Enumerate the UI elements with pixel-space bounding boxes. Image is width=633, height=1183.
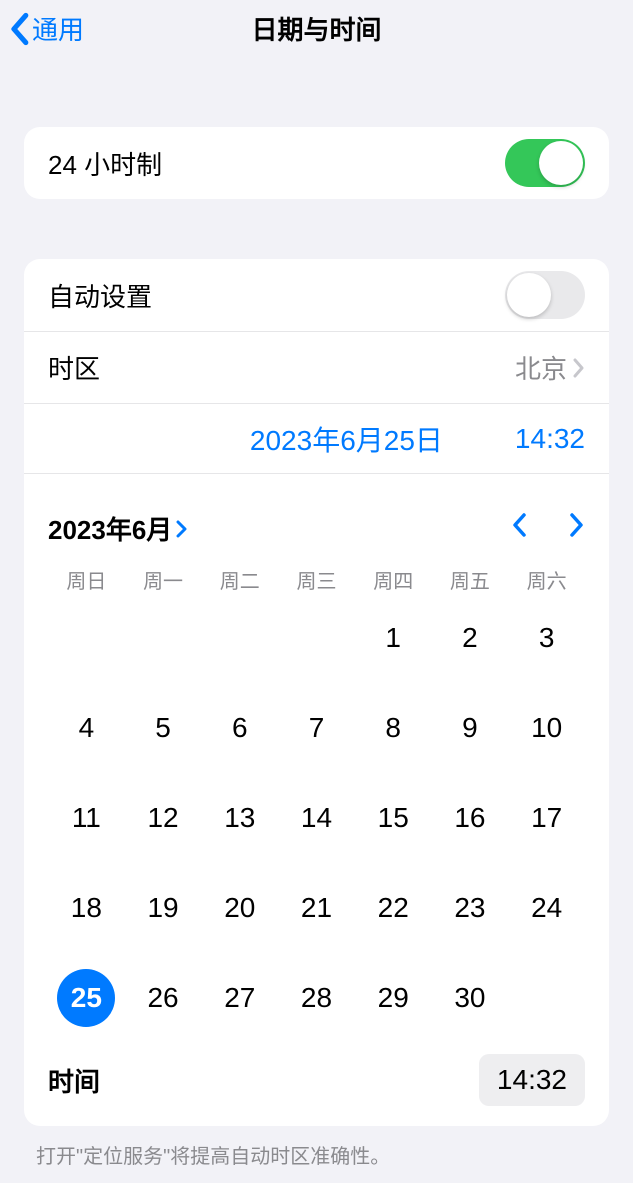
calendar-day[interactable]: 12 (125, 788, 202, 848)
calendar-day[interactable]: 8 (355, 698, 432, 758)
calendar-day[interactable]: 28 (278, 968, 355, 1028)
timezone-row[interactable]: 时区 北京 (24, 331, 609, 403)
chevron-right-icon (573, 358, 585, 378)
month-picker[interactable]: 2023年6月 (48, 510, 188, 547)
calendar: 2023年6月 周日周一周二周三周四周五周六 12345678 (24, 473, 609, 1126)
weekday-header: 周日周一周二周三周四周五周六 (48, 565, 585, 594)
calendar-day[interactable]: 26 (125, 968, 202, 1028)
weekday-label: 周六 (508, 565, 585, 594)
calendar-day[interactable]: 2 (432, 608, 509, 668)
calendar-day[interactable]: 23 (432, 878, 509, 938)
auto-set-toggle[interactable] (505, 271, 585, 319)
calendar-day[interactable]: 13 (201, 788, 278, 848)
calendar-day[interactable]: 24 (508, 878, 585, 938)
calendar-day[interactable]: 7 (278, 698, 355, 758)
chevron-left-icon (511, 512, 527, 538)
auto-set-label: 自动设置 (48, 277, 152, 314)
chevron-left-icon (8, 12, 30, 46)
calendar-day[interactable]: 9 (432, 698, 509, 758)
calendar-day[interactable]: 16 (432, 788, 509, 848)
calendar-day[interactable]: 25 (48, 968, 125, 1028)
selected-datetime-row: 2023年6月25日 14:32 (24, 403, 609, 473)
prev-month-button[interactable] (511, 512, 527, 546)
next-month-button[interactable] (569, 512, 585, 546)
calendar-day[interactable]: 21 (278, 878, 355, 938)
footnote: 打开"定位服务"将提高自动时区准确性。 (0, 1126, 633, 1169)
calendar-day[interactable]: 29 (355, 968, 432, 1028)
timezone-label: 时区 (48, 349, 100, 386)
calendar-day[interactable]: 10 (508, 698, 585, 758)
chevron-right-icon (569, 512, 585, 538)
back-label: 通用 (32, 10, 84, 47)
calendar-day[interactable]: 27 (201, 968, 278, 1028)
calendar-day[interactable]: 5 (125, 698, 202, 758)
back-button[interactable]: 通用 (8, 10, 84, 47)
calendar-blank (201, 608, 278, 668)
calendar-day[interactable]: 17 (508, 788, 585, 848)
time-picker[interactable]: 14:32 (479, 1054, 585, 1106)
selected-time[interactable]: 14:32 (515, 423, 585, 455)
weekday-label: 周日 (48, 565, 125, 594)
auto-set-row: 自动设置 (24, 259, 609, 331)
calendar-day[interactable]: 30 (432, 968, 509, 1028)
chevron-right-icon (176, 520, 188, 538)
calendar-day[interactable]: 1 (355, 608, 432, 668)
calendar-blank (278, 608, 355, 668)
calendar-day[interactable]: 6 (201, 698, 278, 758)
calendar-day[interactable]: 3 (508, 608, 585, 668)
selected-date[interactable]: 2023年6月25日 (250, 419, 443, 459)
time-label: 时间 (48, 1062, 100, 1099)
days-grid: 1234567891011121314151617181920212223242… (48, 608, 585, 1028)
month-label: 2023年6月 (48, 510, 172, 547)
calendar-day[interactable]: 20 (201, 878, 278, 938)
weekday-label: 周三 (278, 565, 355, 594)
calendar-day[interactable]: 4 (48, 698, 125, 758)
twenty-four-hour-row: 24 小时制 (24, 127, 609, 199)
calendar-day[interactable]: 22 (355, 878, 432, 938)
weekday-label: 周四 (355, 565, 432, 594)
weekday-label: 周一 (125, 565, 202, 594)
calendar-day[interactable]: 14 (278, 788, 355, 848)
weekday-label: 周二 (201, 565, 278, 594)
weekday-label: 周五 (432, 565, 509, 594)
page-title: 日期与时间 (251, 10, 381, 47)
calendar-day[interactable]: 15 (355, 788, 432, 848)
timezone-value: 北京 (515, 349, 567, 386)
calendar-blank (125, 608, 202, 668)
calendar-day[interactable]: 18 (48, 878, 125, 938)
twenty-four-hour-label: 24 小时制 (48, 145, 162, 182)
twenty-four-hour-toggle[interactable] (505, 139, 585, 187)
calendar-day[interactable]: 19 (125, 878, 202, 938)
calendar-day[interactable]: 11 (48, 788, 125, 848)
calendar-blank (48, 608, 125, 668)
